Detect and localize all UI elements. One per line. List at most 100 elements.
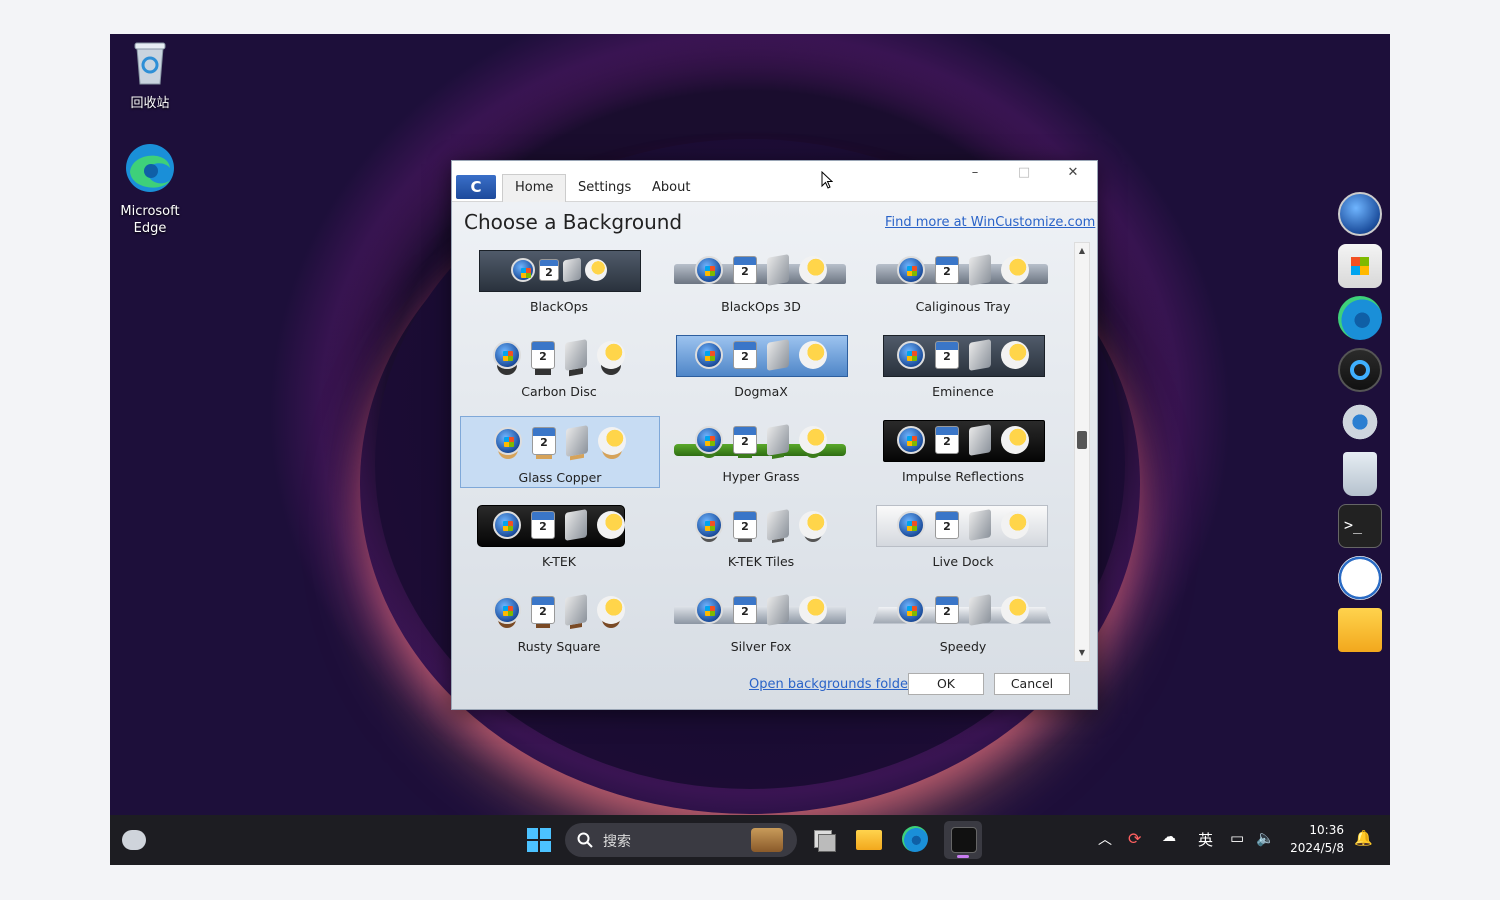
scroll-up-icon[interactable]: ▲ bbox=[1075, 243, 1089, 259]
minimize-button[interactable]: – bbox=[960, 165, 990, 185]
desktop-icon-recycle-bin[interactable]: 回收站 bbox=[110, 40, 190, 112]
calendar-icon bbox=[539, 259, 559, 281]
weather-icon bbox=[799, 511, 827, 539]
dock-objectdock-icon[interactable] bbox=[1338, 348, 1382, 392]
drive-icon bbox=[566, 425, 588, 457]
weather-icon bbox=[799, 596, 827, 624]
dock-start-orb-icon[interactable] bbox=[1338, 192, 1382, 236]
recycle-bin-icon bbox=[134, 42, 166, 85]
background-item-rusty-square[interactable]: Rusty Square bbox=[460, 586, 658, 656]
app-window: C Home Settings About – □ ✕ Choose a Bac… bbox=[451, 160, 1098, 710]
right-dock: >_ bbox=[1338, 192, 1386, 660]
drive-icon bbox=[969, 339, 991, 371]
background-name: Caliginous Tray bbox=[915, 299, 1011, 314]
dock-terminal-icon[interactable]: >_ bbox=[1338, 504, 1382, 548]
background-name: BlackOps bbox=[529, 299, 589, 314]
drive-icon bbox=[767, 254, 789, 286]
background-item-blackops[interactable]: BlackOps bbox=[460, 246, 658, 316]
background-item-k-tek[interactable]: K-TEK bbox=[460, 501, 658, 571]
background-list-scrollbar[interactable]: ▲ ▼ bbox=[1074, 242, 1090, 662]
dock-recycle-bin-icon[interactable] bbox=[1343, 452, 1377, 496]
tray-sync-icon[interactable]: ⟳ bbox=[1128, 829, 1141, 848]
taskbar-edge-icon[interactable] bbox=[902, 826, 930, 854]
preview-icons bbox=[662, 335, 860, 375]
close-button[interactable]: ✕ bbox=[1058, 165, 1088, 185]
background-name: Impulse Reflections bbox=[901, 469, 1025, 484]
background-item-carbon-disc[interactable]: Carbon Disc bbox=[460, 331, 658, 401]
mouse-cursor-icon bbox=[821, 171, 833, 189]
weather-icon bbox=[1001, 256, 1029, 284]
calendar-icon bbox=[733, 341, 757, 369]
dock-edge-icon[interactable] bbox=[1338, 296, 1382, 340]
calendar-icon bbox=[935, 511, 959, 539]
weather-icon bbox=[1001, 341, 1029, 369]
background-item-dogmax[interactable]: DogmaX bbox=[662, 331, 860, 401]
background-item-impulse-reflections[interactable]: Impulse Reflections bbox=[864, 416, 1062, 486]
windows-orb-icon bbox=[494, 427, 522, 455]
weather-icon bbox=[597, 341, 625, 369]
weather-widget-icon[interactable] bbox=[122, 826, 148, 854]
background-name: Eminence bbox=[932, 384, 994, 399]
background-name: K-TEK Tiles bbox=[727, 554, 795, 569]
dock-clock-icon[interactable] bbox=[1338, 556, 1382, 600]
windows-orb-icon bbox=[897, 341, 925, 369]
search-placeholder: 搜索 bbox=[603, 834, 631, 850]
open-backgrounds-folder-link[interactable]: Open backgrounds folder bbox=[749, 677, 913, 692]
network-icon[interactable]: ▭ bbox=[1230, 829, 1244, 847]
desktop-icon-label: 回收站 bbox=[130, 96, 170, 111]
ok-button[interactable]: OK bbox=[908, 673, 984, 695]
calendar-icon bbox=[531, 511, 555, 539]
taskbar-search-box[interactable]: 搜索 bbox=[565, 823, 797, 857]
clock-date[interactable]: 2024/5/8 bbox=[1286, 841, 1344, 855]
weather-icon bbox=[799, 341, 827, 369]
find-more-link[interactable]: Find more at WinCustomize.com bbox=[885, 215, 1095, 230]
preview-icons bbox=[662, 250, 860, 290]
dock-store-icon[interactable] bbox=[1338, 244, 1382, 288]
windows-orb-icon bbox=[493, 341, 521, 369]
background-item-live-dock[interactable]: Live Dock bbox=[864, 501, 1062, 571]
drive-icon bbox=[767, 424, 789, 456]
preview-icons bbox=[662, 420, 860, 460]
cancel-button[interactable]: Cancel bbox=[994, 673, 1070, 695]
tab-about[interactable]: About bbox=[640, 175, 702, 201]
background-item-glass-copper[interactable]: Glass Copper bbox=[460, 416, 660, 488]
preview-icons bbox=[864, 420, 1062, 460]
drive-icon bbox=[969, 594, 991, 626]
background-item-k-tek-tiles[interactable]: K-TEK Tiles bbox=[662, 501, 860, 571]
background-item-caliginous-tray[interactable]: Caliginous Tray bbox=[864, 246, 1062, 316]
taskbar-objectdock-icon[interactable] bbox=[944, 821, 982, 859]
scroll-down-icon[interactable]: ▼ bbox=[1075, 645, 1089, 661]
windows-orb-icon bbox=[695, 256, 723, 284]
tab-home[interactable]: Home bbox=[502, 174, 567, 202]
background-item-eminence[interactable]: Eminence bbox=[864, 331, 1062, 401]
desktop-icon-edge[interactable]: Microsoft Edge bbox=[110, 142, 190, 237]
volume-icon[interactable]: 🔈 bbox=[1256, 829, 1275, 847]
background-item-hyper-grass[interactable]: Hyper Grass bbox=[662, 416, 860, 486]
clock-time[interactable]: 10:36 bbox=[1286, 823, 1344, 837]
windows-orb-icon bbox=[695, 511, 723, 539]
task-view-icon[interactable] bbox=[810, 826, 836, 854]
notification-bell-icon[interactable]: 🔔 bbox=[1354, 829, 1373, 847]
start-button-icon[interactable] bbox=[526, 826, 552, 854]
ime-indicator[interactable]: 英 bbox=[1198, 829, 1213, 850]
scroll-thumb[interactable] bbox=[1077, 431, 1087, 449]
background-item-blackops-3d[interactable]: BlackOps 3D bbox=[662, 246, 860, 316]
background-item-silver-fox[interactable]: Silver Fox bbox=[662, 586, 860, 656]
maximize-button[interactable]: □ bbox=[1009, 165, 1039, 185]
app-logo-icon[interactable]: C bbox=[456, 175, 496, 199]
windows-orb-icon bbox=[897, 256, 925, 284]
tab-settings[interactable]: Settings bbox=[566, 175, 643, 201]
dock-folder-icon[interactable] bbox=[1338, 608, 1382, 652]
windows-orb-icon bbox=[695, 341, 723, 369]
calendar-icon bbox=[733, 426, 757, 454]
windows-orb-icon bbox=[493, 511, 521, 539]
weather-icon bbox=[1001, 596, 1029, 624]
file-explorer-icon[interactable] bbox=[856, 826, 884, 854]
background-item-speedy[interactable]: Speedy bbox=[864, 586, 1062, 656]
tray-cloud-icon[interactable]: ☁ bbox=[1162, 829, 1176, 845]
preview-icons bbox=[460, 250, 658, 290]
tray-overflow-chevron-icon[interactable]: ︿ bbox=[1098, 829, 1112, 849]
background-name: DogmaX bbox=[734, 384, 788, 399]
dock-settings-gear-icon[interactable] bbox=[1338, 400, 1382, 444]
background-name: Glass Copper bbox=[518, 470, 602, 485]
